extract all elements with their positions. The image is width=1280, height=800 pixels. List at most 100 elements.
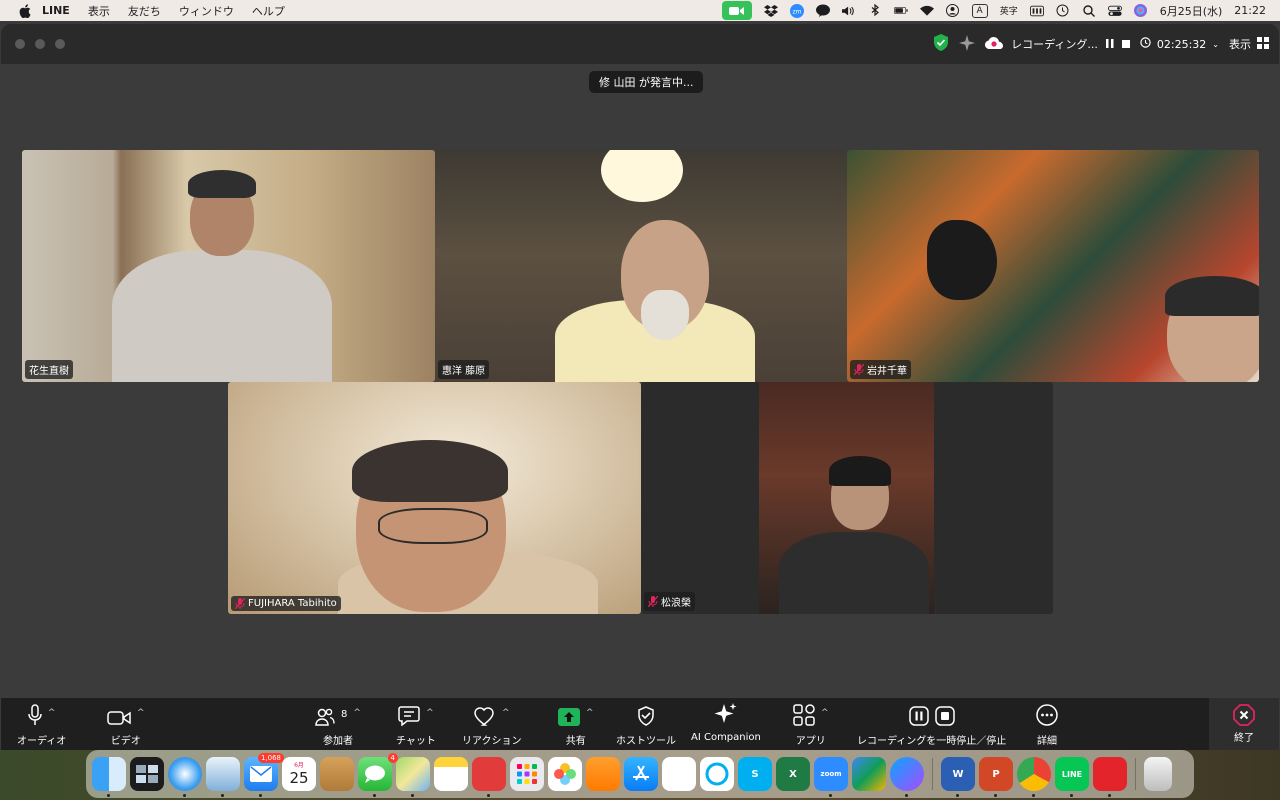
spotlight-search-icon[interactable] bbox=[1082, 4, 1096, 18]
participant-name: 花生直樹 bbox=[29, 366, 69, 377]
notes-icon[interactable] bbox=[434, 757, 468, 791]
menu-window[interactable]: ウィンドウ bbox=[179, 3, 234, 19]
input-mode-indicator[interactable]: A bbox=[971, 3, 988, 18]
zoom-video-status-icon[interactable] bbox=[721, 1, 752, 20]
video-tile[interactable]: 惠洋 藤原 bbox=[435, 150, 847, 382]
share-options-caret[interactable]: ^ bbox=[586, 708, 594, 718]
pause-recording-icon[interactable] bbox=[908, 706, 929, 726]
apps-options-caret[interactable]: ^ bbox=[821, 708, 829, 718]
zoom-icon[interactable]: zoom bbox=[814, 757, 848, 797]
minimize-window-button[interactable] bbox=[35, 39, 45, 49]
end-meeting-label: 終了 bbox=[1234, 733, 1254, 744]
messenger-icon[interactable] bbox=[890, 757, 924, 797]
more-button[interactable]: 詳細 bbox=[1036, 702, 1058, 747]
app-store-icon[interactable] bbox=[624, 757, 658, 791]
books-icon[interactable] bbox=[586, 757, 620, 791]
dropbox-icon[interactable] bbox=[763, 4, 778, 18]
menu-view[interactable]: 表示 bbox=[88, 3, 110, 19]
skype-for-business-icon[interactable] bbox=[700, 757, 734, 791]
trend-micro-icon[interactable] bbox=[1093, 757, 1127, 797]
maps-icon[interactable] bbox=[396, 757, 430, 797]
stop-recording-icon[interactable] bbox=[1121, 38, 1130, 51]
reminders-icon[interactable] bbox=[662, 757, 696, 791]
chat-button[interactable]: ^ チャット bbox=[396, 702, 436, 747]
volume-icon[interactable] bbox=[841, 4, 856, 18]
pdf-expert-icon[interactable] bbox=[472, 757, 506, 797]
safari-icon[interactable] bbox=[168, 757, 202, 797]
end-meeting-button[interactable]: 終了 bbox=[1209, 698, 1279, 750]
siri-icon[interactable] bbox=[1134, 4, 1148, 18]
photos-icon[interactable] bbox=[548, 757, 582, 791]
apps-button[interactable]: ^ アプリ bbox=[793, 702, 829, 747]
participants-options-caret[interactable]: ^ bbox=[353, 708, 361, 718]
apple-logo-icon[interactable] bbox=[18, 3, 32, 18]
preview-icon[interactable] bbox=[206, 757, 240, 797]
video-options-caret[interactable]: ^ bbox=[137, 708, 145, 718]
share-label: 共有 bbox=[565, 736, 586, 747]
view-button-label: 表示 bbox=[1229, 38, 1251, 51]
recording-indicator[interactable]: レコーディング... bbox=[985, 36, 1130, 52]
line-icon[interactable]: LINE bbox=[1055, 757, 1089, 797]
bluetooth-icon[interactable] bbox=[868, 4, 882, 18]
video-tile[interactable]: 松浪榮 bbox=[641, 382, 1053, 614]
battery-icon[interactable] bbox=[893, 4, 908, 18]
stage-manager-icon[interactable] bbox=[1029, 4, 1044, 18]
menu-friends[interactable]: 友だち bbox=[128, 3, 161, 19]
mission-control-icon[interactable] bbox=[130, 757, 164, 791]
recording-controls[interactable]: レコーディングを一時停止／停止 bbox=[857, 702, 1006, 747]
menubar-time[interactable]: 21:22 bbox=[1234, 4, 1266, 17]
finder-icon[interactable] bbox=[92, 757, 126, 797]
participant-name-tag: 松浪榮 bbox=[644, 592, 695, 611]
word-icon[interactable]: W bbox=[941, 757, 975, 797]
excel-icon[interactable]: X bbox=[776, 757, 810, 791]
participants-button[interactable]: 8 ^ 参加者 bbox=[315, 702, 361, 747]
share-button[interactable]: ^ 共有 bbox=[558, 702, 594, 747]
menu-help[interactable]: ヘルプ bbox=[252, 3, 285, 19]
zoom-menubar-icon[interactable]: zm bbox=[789, 3, 804, 18]
line-menubar-icon[interactable] bbox=[815, 4, 830, 18]
stop-recording-icon[interactable] bbox=[934, 706, 955, 726]
muted-mic-icon bbox=[648, 596, 658, 607]
participant-name: 岩井千華 bbox=[867, 366, 907, 377]
mail-icon[interactable]: 1,068 bbox=[244, 753, 284, 797]
audio-button[interactable]: ^ オーディオ bbox=[17, 702, 66, 747]
pause-recording-icon[interactable] bbox=[1105, 38, 1114, 51]
trash-icon[interactable] bbox=[1144, 757, 1172, 791]
user-switch-icon[interactable] bbox=[946, 4, 960, 18]
menubar-date[interactable]: 6月25日(水) bbox=[1160, 3, 1223, 19]
video-button[interactable]: ^ ビデオ bbox=[107, 702, 145, 747]
ai-companion-button[interactable]: AI Companion bbox=[691, 702, 761, 743]
participant-name-tag: 惠洋 藤原 bbox=[438, 360, 490, 379]
powerpoint-icon[interactable]: P bbox=[979, 757, 1013, 797]
contacts-icon[interactable] bbox=[320, 757, 354, 791]
audio-options-caret[interactable]: ^ bbox=[48, 708, 56, 718]
chrome-icon[interactable] bbox=[1017, 757, 1051, 797]
google-drive-icon[interactable] bbox=[852, 757, 886, 791]
video-tile[interactable]: 岩井千華 bbox=[847, 150, 1259, 382]
apps-label: アプリ bbox=[795, 736, 826, 747]
close-window-button[interactable] bbox=[15, 39, 25, 49]
skype-icon[interactable]: S bbox=[738, 757, 772, 791]
ai-companion-sparkle-icon bbox=[714, 703, 737, 723]
reactions-button[interactable]: ^ リアクション bbox=[462, 702, 522, 747]
dock-separator bbox=[932, 758, 933, 790]
view-button[interactable]: 表示 bbox=[1229, 36, 1269, 52]
encryption-shield-icon[interactable] bbox=[933, 34, 949, 54]
chat-options-caret[interactable]: ^ bbox=[426, 708, 434, 718]
ai-sparkle-icon[interactable] bbox=[959, 34, 976, 54]
reactions-options-caret[interactable]: ^ bbox=[502, 708, 510, 718]
cloud-recording-icon bbox=[985, 36, 1004, 52]
messages-icon[interactable]: 4 bbox=[358, 753, 398, 797]
wifi-icon[interactable] bbox=[919, 4, 934, 18]
active-app-name[interactable]: LINE bbox=[42, 4, 70, 17]
launchpad-icon[interactable] bbox=[510, 757, 544, 791]
meeting-timer[interactable]: 02:25:32 ⌄ bbox=[1140, 37, 1219, 51]
zoom-window-button[interactable] bbox=[55, 39, 65, 49]
video-tile[interactable]: FUJIHARA Tabihito bbox=[228, 382, 641, 614]
video-tile[interactable]: 花生直樹 bbox=[22, 150, 435, 382]
active-speaker-indicator: 修 山田 が発言中... bbox=[589, 71, 704, 93]
calendar-icon[interactable]: 6月 25 bbox=[282, 757, 316, 791]
control-center-icon[interactable] bbox=[1107, 4, 1122, 18]
host-tools-button[interactable]: ホストツール bbox=[616, 702, 676, 747]
time-machine-icon[interactable] bbox=[1056, 4, 1070, 18]
